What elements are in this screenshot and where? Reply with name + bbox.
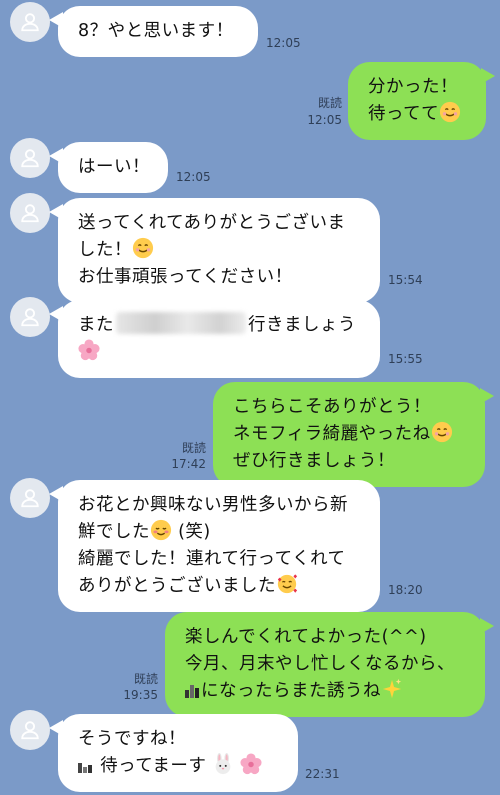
blushing-face-emoji — [150, 519, 172, 541]
message-time: 19:35 — [123, 688, 158, 702]
message-bubble-incoming[interactable]: また 行きましょう — [49, 300, 380, 378]
message-text: そうですね！ — [78, 729, 186, 749]
message-text: 送ってくれてありがとうございま — [78, 213, 346, 233]
message-text: 今月、月末やし忙しくなるから、 — [185, 654, 455, 674]
message-time: 22:31 — [305, 767, 340, 781]
message-bubble-outgoing[interactable]: 楽しんでくれてよかった(^^) 今月、月末やし忙しくなるから、 になったらまた誘… — [165, 612, 494, 717]
message-text: 行きましょう — [248, 315, 356, 335]
message-text: 待ってまーす — [100, 756, 207, 776]
message-text: 分かった！ — [368, 77, 458, 97]
message-time: 18:20 — [388, 583, 423, 597]
person-icon — [21, 308, 39, 327]
message-time: 17:42 — [171, 457, 206, 471]
message-bubble-outgoing[interactable]: 分かった！ 待ってて — [348, 62, 495, 140]
avatar[interactable] — [10, 138, 50, 178]
avatar[interactable] — [10, 297, 50, 337]
message-bubble-incoming[interactable]: 8？やと思います！ — [49, 6, 258, 57]
message-text: ありがとうございました — [78, 576, 276, 596]
person-icon — [21, 13, 39, 32]
person-icon — [21, 489, 39, 508]
message-text: 鮮でした — [78, 522, 150, 542]
message-text: した！ — [78, 240, 132, 260]
message-text: こちらこそありがとう！ — [233, 397, 431, 417]
person-icon — [21, 204, 39, 223]
read-receipt: 既読 — [317, 96, 342, 110]
avatar[interactable] — [10, 478, 50, 518]
read-receipt: 既読 — [181, 441, 206, 455]
sparkles-emoji — [382, 678, 402, 699]
rabbit-face-emoji — [216, 753, 231, 775]
message-bubble-incoming[interactable]: お花とか興味ない男性多いから新 鮮でした (笑) 綺麗でした！連れて行ってくれて… — [49, 480, 380, 612]
cherry-blossom-emoji — [240, 753, 263, 775]
message-time: 15:54 — [388, 273, 423, 287]
avatar[interactable] — [10, 710, 50, 750]
message-text: お花とか興味ない男性多いから新 — [78, 495, 348, 515]
avatar[interactable] — [10, 193, 50, 233]
message-text: 楽しんでくれてよかった(^^) — [185, 627, 427, 647]
message-text: 綺麗でした！連れて行ってくれて — [78, 549, 346, 569]
person-icon — [21, 149, 39, 168]
smiling-face-emoji — [440, 101, 461, 123]
message-text: はーい！ — [78, 157, 150, 177]
avatar[interactable] — [10, 2, 50, 42]
read-receipt: 既読 — [133, 672, 158, 686]
message-time: 12:05 — [176, 170, 211, 184]
message-time: 12:05 — [307, 113, 342, 127]
cherry-blossom-emoji — [78, 339, 100, 361]
blurred-text — [116, 312, 246, 334]
message-bubble-incoming[interactable]: 送ってくれてありがとうございま した！ お仕事頑張ってください！ — [49, 198, 380, 303]
message-text: ネモフィラ綺麗やったね — [233, 424, 431, 444]
message-bubble-incoming[interactable]: そうですね！ 待ってまーす — [49, 714, 298, 792]
message-text: 待ってて — [368, 104, 440, 124]
smiling-face-with-hearts-emoji — [277, 574, 298, 594]
pixelated-redaction — [185, 685, 199, 698]
message-text: ぜひ行きましょう！ — [233, 451, 395, 471]
message-bubble-incoming[interactable]: はーい！ — [49, 142, 168, 193]
smiling-face-emoji — [431, 421, 452, 443]
pixelated-redaction — [78, 763, 92, 773]
message-bubble-outgoing[interactable]: こちらこそありがとう！ ネモフィラ綺麗やったね ぜひ行きましょう！ — [213, 382, 494, 487]
message-text: 8？やと思います！ — [78, 21, 234, 41]
message-text: になったらまた誘うね — [201, 681, 381, 701]
message-text: (笑) — [178, 522, 211, 542]
message-time: 15:55 — [388, 352, 423, 366]
message-time: 12:05 — [266, 36, 301, 50]
message-text: また — [78, 315, 114, 335]
person-icon — [21, 721, 39, 740]
message-text: お仕事頑張ってください！ — [78, 267, 293, 287]
smiling-face-emoji — [132, 237, 154, 259]
